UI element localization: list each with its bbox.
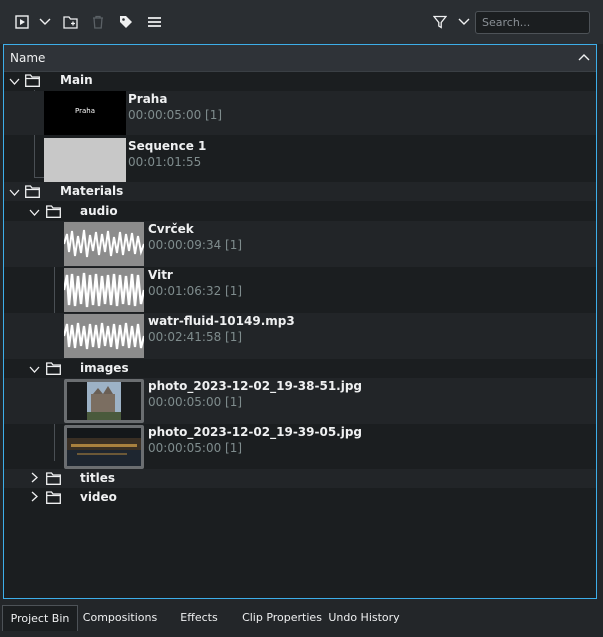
tag-icon[interactable] xyxy=(116,10,136,34)
clip-duration: 00:00:05:00 [1] xyxy=(148,441,243,455)
clip-row[interactable]: Cvrček 00:00:09:34 [1] xyxy=(4,221,596,267)
tab-project-bin[interactable]: Project Bin xyxy=(2,605,78,631)
sort-ascending-icon[interactable] xyxy=(578,51,590,65)
chevron-down-icon[interactable] xyxy=(455,10,473,34)
audio-waveform-thumbnail xyxy=(64,222,144,266)
folder-label: video xyxy=(80,490,117,504)
folder-row-titles[interactable]: titles xyxy=(4,469,596,488)
folder-row-materials[interactable]: Materials xyxy=(4,182,596,201)
chevron-right-icon[interactable] xyxy=(31,472,39,486)
folder-icon xyxy=(46,362,61,378)
clip-row[interactable]: Sequence 1 00:01:01:55 xyxy=(4,137,596,183)
add-clip-icon[interactable] xyxy=(12,10,32,34)
search-input[interactable]: Search... xyxy=(475,11,590,34)
clip-title: photo_2023-12-02_19-39-05.jpg xyxy=(148,425,363,439)
menu-icon[interactable] xyxy=(144,10,164,34)
image-thumbnail xyxy=(64,379,144,423)
clip-row[interactable]: photo_2023-12-02_19-38-51.jpg 00:00:05:0… xyxy=(4,378,596,424)
clip-duration: 00:01:01:55 xyxy=(128,155,202,169)
clip-duration: 00:00:05:00 [1] xyxy=(128,108,223,122)
clip-thumbnail xyxy=(44,138,126,182)
add-folder-icon[interactable] xyxy=(60,10,80,34)
chevron-down-icon[interactable] xyxy=(29,363,40,377)
folder-row-main[interactable]: Main xyxy=(4,71,596,90)
project-bin-tree[interactable]: Name Main Praha Praha 00:00:05:00 [1] Se… xyxy=(3,44,597,599)
folder-row-audio[interactable]: audio xyxy=(4,202,596,221)
chevron-right-icon[interactable] xyxy=(31,491,39,505)
clip-duration: 00:02:41:58 [1] xyxy=(148,330,243,344)
folder-icon xyxy=(25,185,40,201)
clip-row[interactable]: watr-fluid-10149.mp3 00:02:41:58 [1] xyxy=(4,313,596,359)
trash-icon[interactable] xyxy=(88,10,108,34)
tab-compositions[interactable]: Compositions xyxy=(80,605,160,631)
clip-row[interactable]: photo_2023-12-02_19-39-05.jpg 00:00:05:0… xyxy=(4,424,596,470)
filter-icon[interactable] xyxy=(430,10,450,34)
chevron-down-icon[interactable] xyxy=(9,186,20,200)
clip-title: Cvrček xyxy=(148,222,194,236)
clip-thumbnail: Praha xyxy=(44,91,126,135)
tab-undo-history[interactable]: Undo History xyxy=(326,605,402,631)
clip-title: Praha xyxy=(128,92,168,106)
tab-clip-properties[interactable]: Clip Properties xyxy=(240,605,324,631)
column-header[interactable]: Name xyxy=(4,45,596,72)
chevron-down-icon[interactable] xyxy=(29,206,40,220)
clip-row[interactable]: Praha Praha 00:00:05:00 [1] xyxy=(4,91,596,135)
folder-label: Main xyxy=(60,73,93,87)
audio-waveform-thumbnail xyxy=(64,268,144,312)
folder-label: images xyxy=(80,361,129,375)
clip-duration: 00:00:09:34 [1] xyxy=(148,238,243,252)
column-header-name: Name xyxy=(10,51,46,65)
clip-title: watr-fluid-10149.mp3 xyxy=(148,314,295,328)
clip-duration: 00:01:06:32 [1] xyxy=(148,284,243,298)
image-thumbnail xyxy=(64,425,144,469)
clip-title: Sequence 1 xyxy=(128,139,207,153)
chevron-down-icon[interactable] xyxy=(36,10,54,34)
thumbnail-title-text: Praha xyxy=(75,107,95,115)
folder-icon xyxy=(46,491,61,507)
clip-title: photo_2023-12-02_19-38-51.jpg xyxy=(148,379,363,393)
folder-row-video[interactable]: video xyxy=(4,488,596,507)
folder-label: Materials xyxy=(60,184,124,198)
bin-toolbar: Search... xyxy=(0,0,603,44)
clip-title: Vitr xyxy=(148,268,173,282)
folder-label: audio xyxy=(80,204,118,218)
folder-icon xyxy=(46,205,61,221)
audio-waveform-thumbnail xyxy=(64,314,144,358)
dock-tab-bar: Project Bin Compositions Effects Clip Pr… xyxy=(0,601,603,637)
chevron-down-icon[interactable] xyxy=(9,75,20,89)
clip-row[interactable]: Vitr 00:01:06:32 [1] xyxy=(4,267,596,313)
folder-icon xyxy=(25,74,40,90)
tab-effects[interactable]: Effects xyxy=(164,605,234,631)
clip-duration: 00:00:05:00 [1] xyxy=(148,395,243,409)
folder-label: titles xyxy=(80,471,115,485)
folder-icon xyxy=(46,472,61,488)
folder-row-images[interactable]: images xyxy=(4,359,596,378)
